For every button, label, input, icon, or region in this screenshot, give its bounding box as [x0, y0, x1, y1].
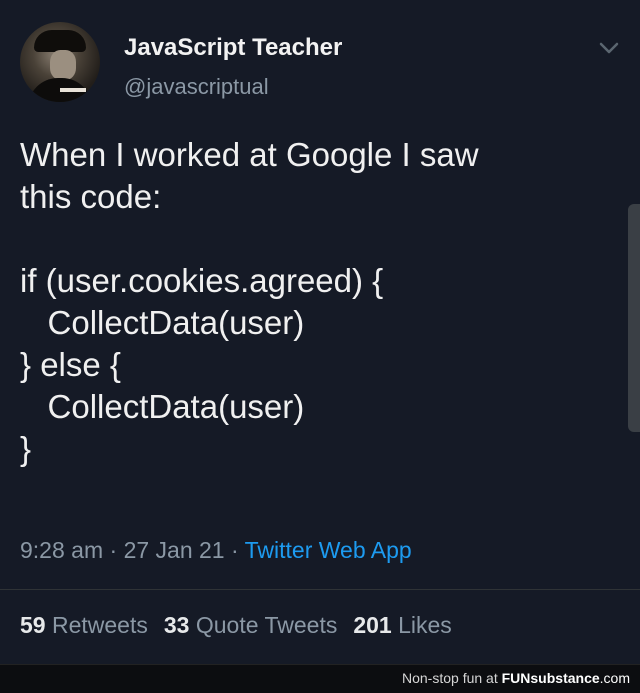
meta-separator: ·	[103, 537, 124, 563]
watermark-footer: Non-stop fun at FUNsubstance.com	[0, 664, 640, 693]
tweet-meta: 9:28 am · 27 Jan 21 · Twitter Web App	[20, 537, 412, 564]
retweets-label: Retweets	[51, 612, 148, 638]
user-handle[interactable]: @javascriptual	[124, 74, 269, 100]
tweet-stats: 59 Retweets 33 Quote Tweets 201 Likes	[20, 612, 452, 639]
likes-count: 201	[353, 612, 392, 638]
tweet-card: JavaScript Teacher @javascriptual When I…	[0, 0, 640, 664]
avatar-face-shape	[50, 50, 76, 80]
scrollbar[interactable]	[628, 204, 640, 432]
quote-tweets-label: Quote Tweets	[195, 612, 338, 638]
retweets-stat[interactable]: 59 Retweets	[20, 612, 148, 638]
tweet-source-link[interactable]: Twitter Web App	[245, 537, 412, 563]
tweet-date[interactable]: 27 Jan 21	[124, 537, 225, 563]
display-name[interactable]: JavaScript Teacher	[124, 34, 342, 62]
watermark-tagline: Non-stop fun at	[402, 670, 498, 686]
watermark-brand: FUNsubstance	[501, 670, 600, 686]
avatar-hat-shape	[34, 30, 86, 52]
likes-label: Likes	[398, 612, 452, 638]
likes-stat[interactable]: 201 Likes	[353, 612, 451, 638]
quote-tweets-stat[interactable]: 33 Quote Tweets	[164, 612, 337, 638]
quote-tweets-count: 33	[163, 612, 190, 638]
tweet-time[interactable]: 9:28 am	[20, 537, 103, 563]
divider	[0, 589, 640, 590]
avatar[interactable]	[20, 22, 100, 102]
chevron-down-icon[interactable]	[596, 38, 622, 58]
retweets-count: 59	[20, 612, 46, 638]
avatar-detail-shape	[60, 88, 86, 92]
tweet-text: When I worked at Google I saw this code:…	[20, 136, 479, 467]
watermark-text: Non-stop fun at FUNsubstance.com	[402, 670, 630, 686]
watermark-tld: .com	[599, 670, 630, 686]
meta-separator: ·	[224, 537, 245, 563]
